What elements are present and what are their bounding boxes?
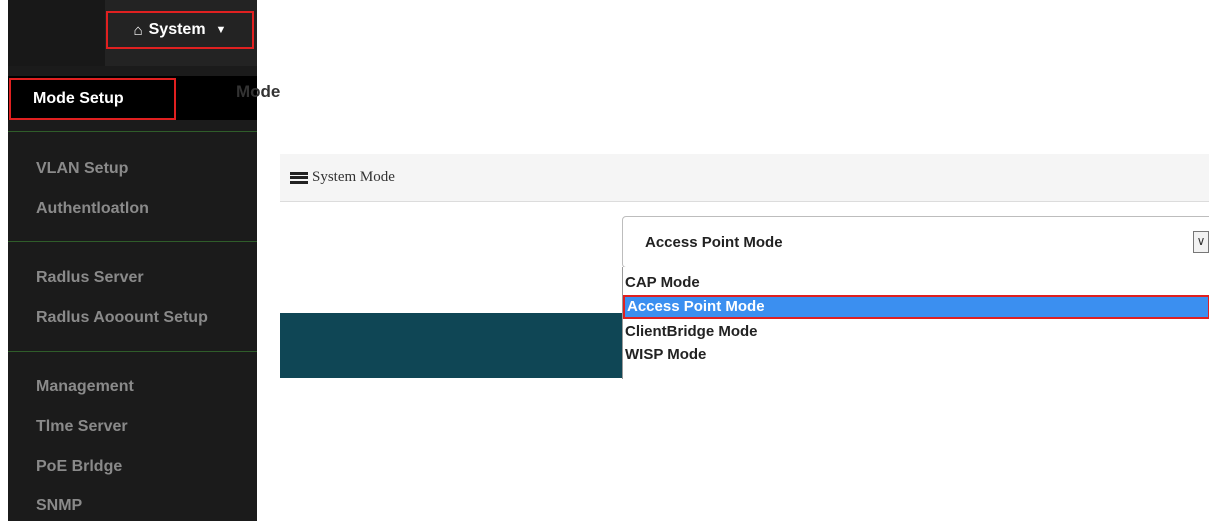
caret-down-icon: ▼	[215, 24, 227, 36]
sidebar-item-time-server[interactable]: Tlme Server	[36, 418, 128, 436]
panel-header: System Mode	[280, 154, 1209, 202]
top-navbar: ⌂ System ▼	[8, 0, 257, 66]
sidebar-item-poe-bridge[interactable]: PoE Brldge	[36, 458, 122, 476]
sidebar-item-vlan-setup[interactable]: VLAN Setup	[36, 160, 128, 178]
option-cap-mode[interactable]: CAP Mode	[623, 271, 1209, 295]
option-clientbridge-mode[interactable]: ClientBridge Mode	[623, 320, 1209, 344]
sidebar-divider	[8, 131, 257, 132]
mode-dropdown-list: CAP Mode Access Point Mode ClientBridge …	[622, 267, 1209, 379]
sidebar-divider	[8, 351, 257, 352]
sidebar: ⌂ System ▼ Mode Setup VLAN Setup Authent…	[8, 0, 257, 521]
system-menu-label: System	[148, 21, 206, 38]
list-icon	[290, 171, 308, 184]
mode-label: Mode	[236, 82, 281, 101]
sidebar-item-snmp[interactable]: SNMP	[36, 497, 82, 515]
sidebar-item-authentication[interactable]: Authentloatlon	[36, 200, 149, 218]
sidebar-item-radius-server[interactable]: Radlus Server	[36, 269, 144, 287]
option-access-point-mode[interactable]: Access Point Mode	[623, 295, 1209, 319]
option-wisp-mode[interactable]: WISP Mode	[623, 343, 1209, 367]
sidebar-item-management[interactable]: Management	[36, 378, 134, 396]
sidebar-item-label: Mode Setup	[33, 90, 124, 107]
mode-select-value: Access Point Mode	[645, 234, 783, 251]
navbar-left-block	[8, 0, 105, 66]
mode-select[interactable]: Access Point Mode ∨	[622, 216, 1209, 268]
chevron-down-icon[interactable]: ∨	[1193, 231, 1209, 253]
system-menu-toggle[interactable]: ⌂ System ▼	[106, 11, 254, 49]
sidebar-divider	[8, 241, 257, 242]
sidebar-item-radius-account-setup[interactable]: Radlus Aooount Setup	[36, 309, 208, 327]
home-icon: ⌂	[133, 21, 143, 39]
sidebar-item-mode-setup[interactable]: Mode Setup	[9, 78, 176, 120]
sidebar-item-mode-setup-row: Mode Setup	[8, 76, 257, 120]
panel-title: System Mode	[312, 169, 395, 185]
